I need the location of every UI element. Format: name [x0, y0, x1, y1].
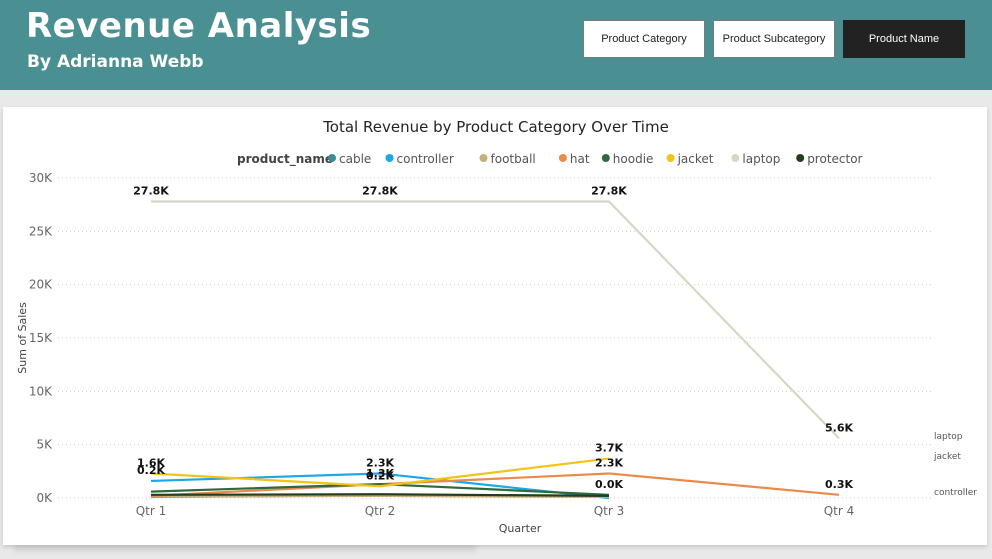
data-label: 27.8K [591, 184, 627, 197]
legend-item-football: football [491, 152, 536, 166]
legend-marker-football [479, 154, 488, 162]
chart-panel: Total Revenue by Product Category Over T… [3, 107, 987, 545]
y-tick-label: 25K [29, 224, 53, 238]
chart-title: Total Revenue by Product Category Over T… [322, 118, 669, 136]
legend-marker-hoodie [601, 154, 610, 162]
legend-item-hat: hat [570, 152, 590, 166]
y-tick-label: 15K [29, 331, 53, 345]
x-tick-label: Qtr 3 [594, 504, 625, 518]
x-axis-title: Quarter [499, 522, 542, 535]
legend-item-hoodie: hoodie [613, 152, 654, 166]
x-tick-label: Qtr 4 [824, 504, 855, 518]
end-label-controller: controller [934, 488, 977, 498]
y-axis-title: Sum of Sales [16, 302, 29, 374]
y-tick-label: 30K [29, 171, 53, 185]
legend-item-jacket: jacket [677, 152, 714, 166]
x-tick-label: Qtr 1 [136, 504, 167, 518]
series-line-laptop [151, 200, 840, 440]
data-label: 0.2K [137, 464, 165, 477]
product-subcategory-button[interactable]: Product Subcategory [713, 20, 835, 58]
data-label: 3.7K [595, 442, 623, 455]
legend-item-laptop: laptop [742, 152, 780, 166]
report-title: Revenue Analysis [26, 6, 372, 46]
data-label: 5.6K [825, 421, 853, 434]
product-category-button[interactable]: Product Category [583, 20, 705, 58]
report-header: Revenue Analysis By Adrianna Webb Produc… [0, 0, 992, 90]
data-label: 0.3K [825, 478, 853, 491]
product-name-button[interactable]: Product Name [843, 20, 965, 58]
legend-title: product_name [237, 152, 333, 167]
legend-marker-laptop [731, 154, 740, 162]
end-label-laptop: laptop [934, 432, 963, 442]
end-label-jacket: jacket [933, 452, 961, 462]
report-subtitle: By Adrianna Webb [27, 52, 204, 72]
y-tick-label: 20K [29, 278, 53, 292]
data-label: 27.8K [133, 184, 169, 197]
x-tick-label: Qtr 2 [365, 504, 396, 518]
legend-item-cable: cable [339, 152, 371, 166]
y-tick-label: 0K [36, 491, 53, 505]
y-tick-label: 10K [29, 384, 53, 398]
line-chart: Total Revenue by Product Category Over T… [16, 118, 977, 535]
y-tick-label: 5K [36, 438, 53, 452]
data-label: 0.2K [366, 469, 394, 482]
data-label: 27.8K [362, 184, 398, 197]
legend-marker-cable [328, 154, 336, 162]
legend-marker-jacket [666, 154, 675, 162]
legend-marker-hat [558, 154, 567, 162]
data-label: 0.0K [595, 478, 623, 491]
legend-item-protector: protector [807, 152, 862, 166]
legend-marker-protector [796, 154, 805, 162]
legend-marker-controller [385, 154, 394, 162]
legend-item-controller: controller [397, 152, 454, 166]
data-label: 2.3K [595, 456, 623, 469]
